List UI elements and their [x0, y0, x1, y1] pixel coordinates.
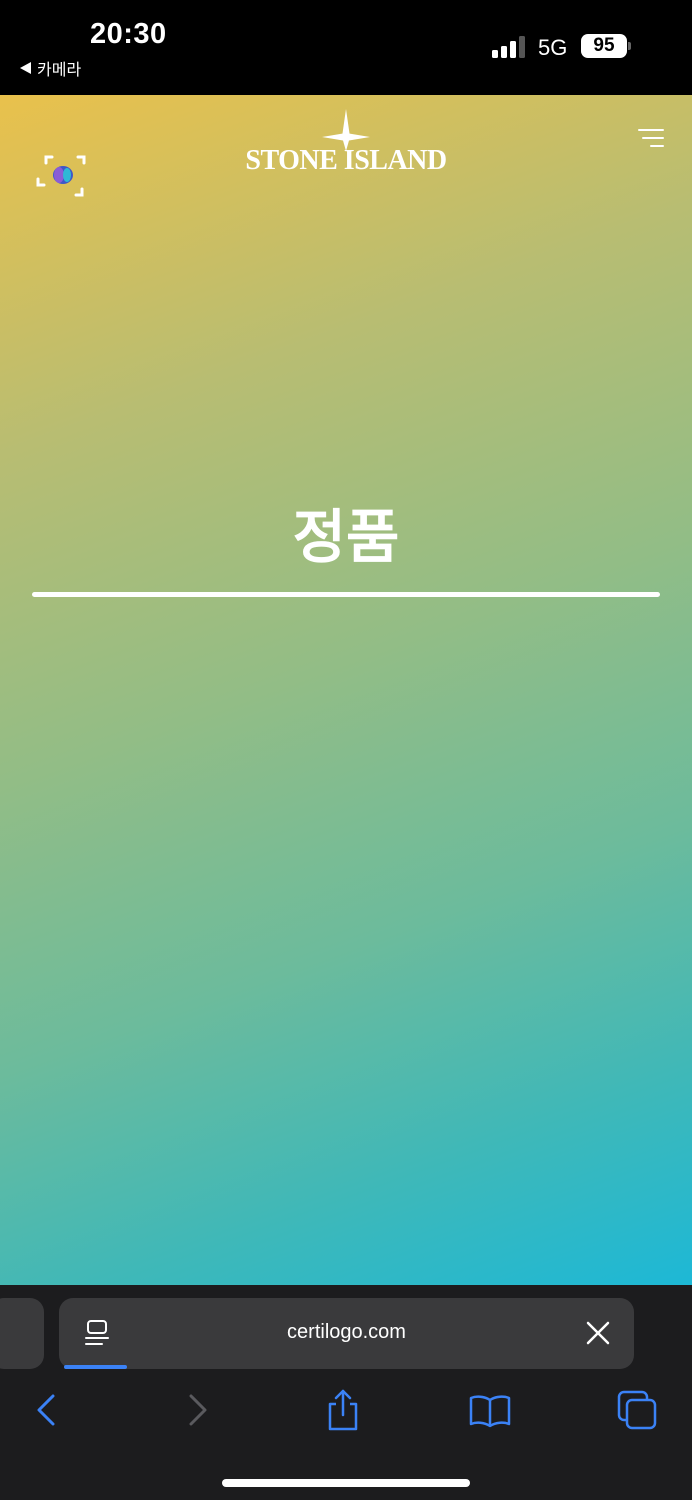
bookmarks-icon[interactable] — [468, 1388, 512, 1432]
network-type: 5G — [538, 35, 568, 60]
tabs-icon[interactable] — [616, 1388, 660, 1432]
close-icon[interactable] — [586, 1321, 610, 1345]
share-icon[interactable] — [321, 1388, 365, 1432]
back-app-label: 카메라 — [37, 60, 82, 79]
address-bar[interactable]: certilogo.com — [59, 1298, 634, 1369]
battery-tip — [628, 42, 631, 50]
back-triangle-icon — [20, 62, 31, 74]
signal-strength-icon — [492, 36, 526, 58]
back-to-app-link[interactable]: 카메라 — [20, 56, 81, 80]
forward-icon[interactable] — [176, 1388, 220, 1432]
web-page: STONE ISLAND 정품 — [0, 95, 692, 1285]
status-bar: 20:30 카메라 5G 95 — [0, 0, 692, 95]
battery-icon: 95 — [581, 34, 627, 58]
clock: 20:30 — [90, 18, 167, 50]
brand-name: STONE ISLAND — [245, 145, 447, 176]
stone-island-logo[interactable]: STONE ISLAND — [230, 107, 462, 187]
result-divider — [32, 592, 660, 597]
menu-icon[interactable] — [632, 127, 668, 151]
load-progress-bar — [64, 1365, 127, 1369]
previous-tab-pill[interactable] — [0, 1298, 44, 1369]
battery-level: 95 — [593, 35, 615, 56]
home-indicator — [222, 1479, 470, 1487]
authenticity-result-title: 정품 — [292, 503, 400, 571]
back-icon[interactable] — [26, 1388, 70, 1432]
url-text[interactable]: certilogo.com — [59, 1321, 634, 1344]
scan-frame-icon[interactable] — [36, 147, 92, 203]
